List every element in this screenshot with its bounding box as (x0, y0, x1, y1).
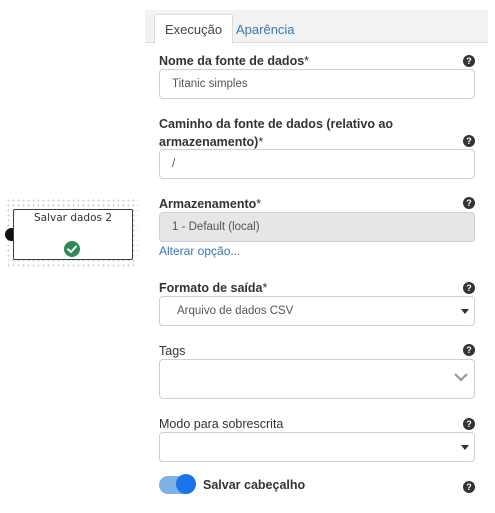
name-field-label: Nome da fonte de dados* (159, 54, 310, 68)
save-header-label: Salvar cabeçalho (203, 478, 306, 492)
check-circle-icon (64, 241, 80, 257)
toggle-knob (176, 474, 196, 494)
format-field-label: Formato de saída* (159, 281, 268, 295)
help-icon[interactable]: ? (463, 197, 475, 209)
format-select-value: Arquivo de dados CSV (177, 305, 294, 317)
tab-aparencia[interactable]: Aparência (225, 14, 306, 44)
help-icon[interactable]: ? (463, 344, 475, 356)
help-icon[interactable]: ? (463, 55, 475, 67)
help-icon[interactable]: ? (463, 418, 475, 430)
storage-field-label: Armazenamento* (159, 197, 262, 211)
flow-canvas[interactable]: Salvar dados 2 (0, 0, 145, 513)
path-field-label-line1: Caminho da fonte de dados (relativo ao (159, 117, 394, 131)
help-icon[interactable]: ? (463, 135, 475, 147)
format-select[interactable]: Arquivo de dados CSV (159, 296, 475, 326)
flow-node[interactable]: Salvar dados 2 (13, 209, 133, 260)
tags-input[interactable] (159, 359, 475, 399)
tags-field-label: Tags (159, 344, 186, 358)
path-input[interactable]: / (159, 149, 475, 179)
storage-input: 1 - Default (local) (159, 212, 475, 242)
node-title: Salvar dados 2 (34, 212, 112, 224)
caret-down-icon (461, 445, 469, 450)
tab-execucao[interactable]: Execução (154, 14, 234, 44)
caret-down-icon (461, 309, 469, 314)
help-icon[interactable]: ? (463, 282, 475, 294)
overwrite-select[interactable] (159, 432, 475, 462)
properties-panel: Execução Aparência Nome da fonte de dado… (145, 0, 495, 513)
save-header-toggle[interactable] (159, 474, 196, 494)
overwrite-field-label: Modo para sobrescrita (159, 417, 284, 431)
name-input[interactable]: Titanic simples (159, 69, 475, 99)
chevron-down-icon[interactable] (454, 372, 468, 382)
change-option-link[interactable]: Alterar opção... (159, 244, 240, 258)
help-icon[interactable]: ? (463, 481, 475, 493)
tabs-bar: Execução Aparência (145, 10, 488, 44)
